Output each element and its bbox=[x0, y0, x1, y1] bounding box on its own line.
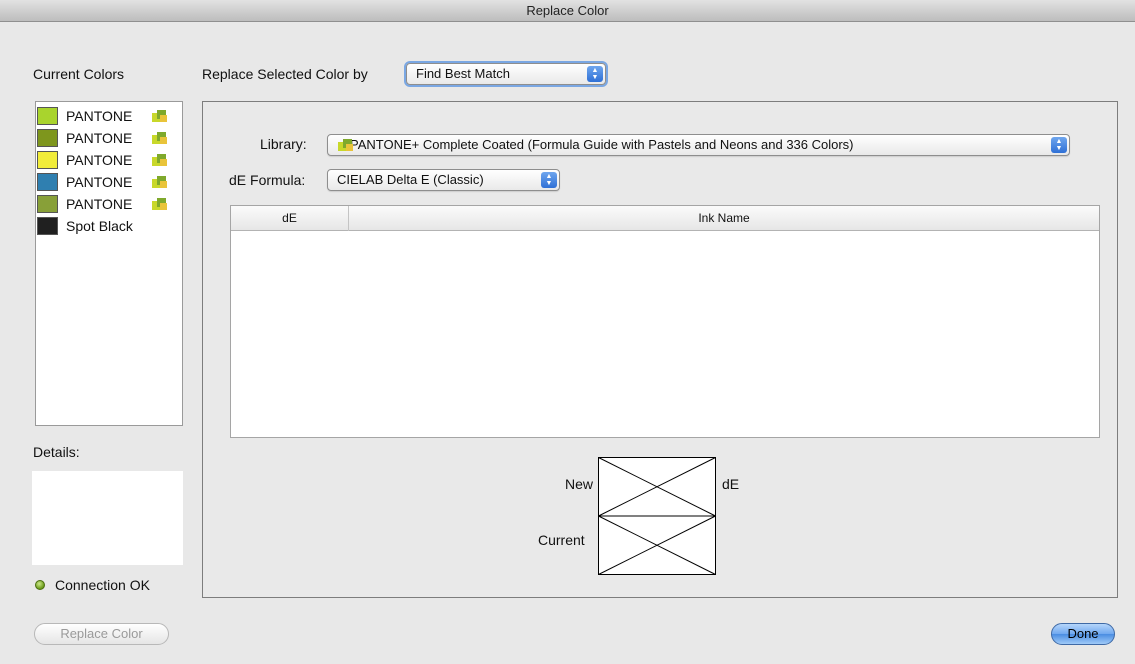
window-title: Replace Color bbox=[0, 0, 1135, 22]
column-header-de[interactable]: dE bbox=[231, 206, 349, 231]
color-name: PANTONE bbox=[66, 196, 133, 212]
color-name: PANTONE bbox=[66, 130, 133, 146]
library-icon bbox=[152, 176, 167, 188]
connection-status-icon bbox=[35, 580, 45, 590]
color-name: PANTONE bbox=[66, 108, 133, 124]
color-swatch bbox=[37, 217, 58, 235]
current-colors-label: Current Colors bbox=[33, 66, 125, 82]
library-icon bbox=[152, 110, 167, 122]
formula-value: CIELAB Delta E (Classic) bbox=[337, 172, 484, 187]
color-list-item[interactable]: Spot Black bbox=[36, 216, 182, 236]
color-swatch bbox=[37, 173, 58, 191]
formula-label: dE Formula: bbox=[229, 172, 306, 188]
color-list-item[interactable]: PANTONE bbox=[36, 128, 182, 148]
new-label: New bbox=[565, 476, 594, 492]
library-value: PANTONE+ Complete Coated (Formula Guide … bbox=[350, 137, 854, 152]
color-name: Spot Black bbox=[66, 218, 133, 234]
current-label: Current bbox=[538, 532, 585, 548]
library-icon bbox=[152, 198, 167, 210]
color-swatch bbox=[37, 129, 58, 147]
table-header: dE Ink Name bbox=[231, 206, 1099, 231]
connection-status-text: Connection OK bbox=[55, 577, 150, 593]
replace-by-select[interactable]: Find Best Match ▲ ▼ bbox=[406, 63, 606, 85]
library-icon bbox=[338, 139, 353, 151]
color-list-item[interactable]: PANTONE bbox=[36, 106, 182, 126]
library-icon bbox=[152, 154, 167, 166]
color-name: PANTONE bbox=[66, 174, 133, 190]
library-label: Library: bbox=[260, 136, 307, 152]
color-compare-preview bbox=[598, 457, 716, 575]
replace-color-button[interactable]: Replace Color bbox=[34, 623, 169, 645]
color-swatch bbox=[37, 195, 58, 213]
de-value-label: dE bbox=[722, 476, 740, 492]
replace-by-value: Find Best Match bbox=[416, 66, 510, 81]
details-box bbox=[32, 471, 183, 565]
replace-by-label: Replace Selected Color by bbox=[202, 66, 368, 82]
library-select[interactable]: PANTONE+ Complete Coated (Formula Guide … bbox=[327, 134, 1070, 156]
color-swatch bbox=[37, 151, 58, 169]
color-list-item[interactable]: PANTONE bbox=[36, 150, 182, 170]
column-header-ink-name[interactable]: Ink Name bbox=[349, 206, 1099, 231]
formula-select[interactable]: CIELAB Delta E (Classic) ▲ ▼ bbox=[327, 169, 560, 191]
popup-arrows-icon: ▲ ▼ bbox=[587, 66, 603, 82]
library-icon bbox=[152, 132, 167, 144]
popup-arrows-icon: ▲ ▼ bbox=[1051, 137, 1067, 153]
color-name: PANTONE bbox=[66, 152, 133, 168]
current-colors-list[interactable]: PANTONE PANTONE PANTONE PANTONE PANTONE Spot … bbox=[35, 101, 183, 426]
color-list-item[interactable]: PANTONE bbox=[36, 194, 182, 214]
done-button[interactable]: Done bbox=[1051, 623, 1115, 645]
details-label: Details: bbox=[33, 444, 80, 460]
ink-table[interactable]: dE Ink Name bbox=[230, 205, 1100, 438]
color-swatch bbox=[37, 107, 58, 125]
popup-arrows-icon: ▲ ▼ bbox=[541, 172, 557, 188]
color-list-item[interactable]: PANTONE bbox=[36, 172, 182, 192]
